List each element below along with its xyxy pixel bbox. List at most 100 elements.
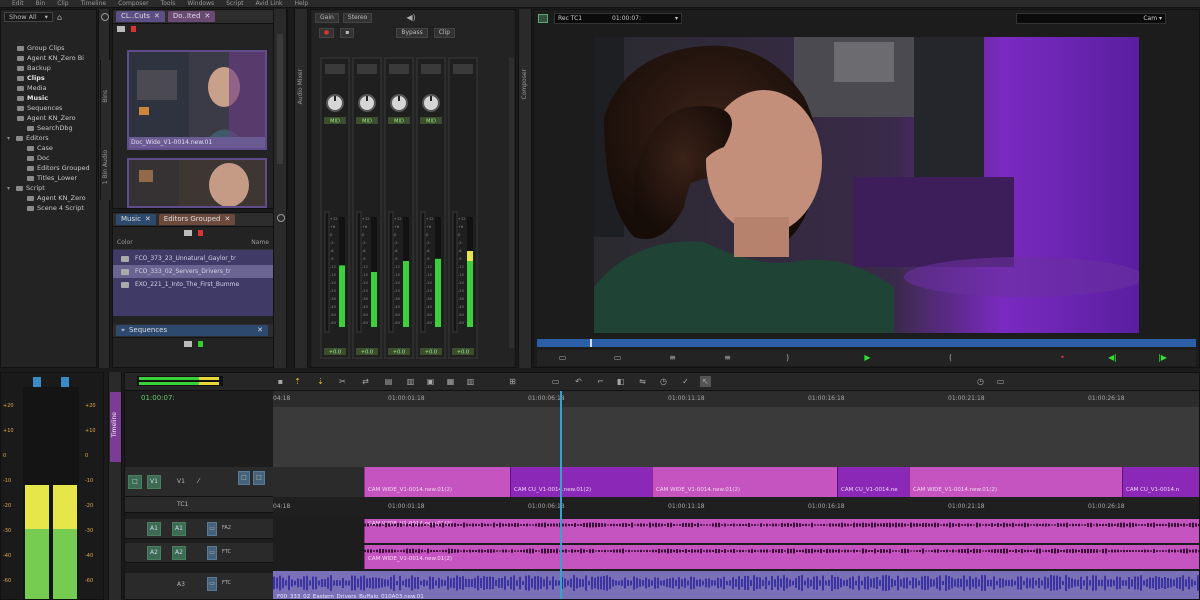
audio-icon[interactable]: ▥ bbox=[465, 376, 476, 387]
frame-icon[interactable]: ▭ bbox=[557, 352, 568, 363]
menu-item[interactable]: Script bbox=[226, 0, 243, 8]
audio-clip-a3[interactable]: F00_333_02_Eastern_Drivers_Buffalo_010A0… bbox=[273, 571, 1199, 599]
bin-menu-icon[interactable] bbox=[117, 26, 125, 32]
audio-track-a3-button[interactable]: ▭ bbox=[207, 577, 217, 591]
bin-list-row[interactable]: EXO_221_1_Into_The_First_Bumme bbox=[113, 278, 273, 291]
column-header-color[interactable]: Color bbox=[117, 239, 133, 249]
project-tree-item[interactable]: ▾ Script bbox=[1, 183, 96, 193]
menu-item[interactable]: Tools bbox=[161, 0, 176, 8]
clip-button[interactable]: Clip bbox=[433, 28, 456, 38]
extract-icon[interactable]: ⇣ bbox=[315, 376, 326, 387]
mixer-scrollbar[interactable] bbox=[509, 58, 514, 348]
composer-source-toggle[interactable] bbox=[538, 14, 548, 23]
menu-item[interactable]: Timeline bbox=[81, 0, 107, 8]
bin-frame-clip-2[interactable] bbox=[127, 158, 267, 208]
mixer-option-button[interactable]: ▪ bbox=[340, 28, 355, 38]
marker-icon[interactable]: • bbox=[1057, 352, 1068, 363]
tab-bin-cuts[interactable]: CL..Cuts ✕ bbox=[116, 11, 165, 22]
source-track-v1[interactable]: □ bbox=[128, 475, 142, 489]
strip-button[interactable] bbox=[357, 64, 377, 74]
project-tree-item[interactable]: Scene 4 Script bbox=[1, 203, 96, 213]
tab-bin-doc[interactable]: Do..Ited ✕ bbox=[167, 11, 216, 22]
mark-out-icon[interactable]: ) bbox=[782, 352, 793, 363]
mixer-gain-button[interactable]: Gain bbox=[315, 13, 339, 23]
menu-item[interactable]: Edit bbox=[12, 0, 24, 8]
audio-track-a1-button[interactable]: ▭ bbox=[207, 522, 217, 536]
monitor-track-v1-button[interactable]: □ bbox=[238, 471, 250, 485]
monitor-icon[interactable]: ▭ bbox=[612, 352, 623, 363]
edit-icon[interactable]: ⁄ bbox=[198, 477, 199, 485]
project-tree-item[interactable]: ▾ Editors bbox=[1, 133, 96, 143]
timer-icon[interactable]: ◷ bbox=[658, 376, 669, 387]
close-icon[interactable]: ✕ bbox=[204, 11, 210, 22]
menu-item[interactable]: Help bbox=[295, 0, 309, 8]
record-track-a1-source[interactable]: A1 bbox=[147, 522, 161, 536]
gear-icon[interactable] bbox=[101, 13, 109, 21]
position-indicator[interactable] bbox=[589, 339, 592, 347]
mark-clip-icon[interactable]: ≡ bbox=[722, 352, 733, 363]
clipboard-icon[interactable]: ▣ bbox=[425, 376, 436, 387]
fader-track[interactable] bbox=[452, 211, 458, 333]
project-tree-item[interactable]: Backup bbox=[1, 63, 96, 73]
crop-icon[interactable]: ⌐ bbox=[595, 376, 606, 387]
audio-track-a2-button[interactable]: ▭ bbox=[207, 546, 217, 560]
mark-icon[interactable]: ◧ bbox=[615, 376, 626, 387]
composer-position-bar[interactable] bbox=[537, 339, 1196, 347]
segment-icon[interactable]: ▤ bbox=[383, 376, 394, 387]
timeline-timecode[interactable]: 01:00:07: bbox=[141, 394, 175, 402]
record-track-a1[interactable]: A1 bbox=[172, 522, 186, 536]
trim-icon[interactable]: ⇄ bbox=[360, 376, 371, 387]
bypass-button[interactable]: Bypass bbox=[396, 28, 428, 38]
speaker-icon[interactable]: ◀) bbox=[406, 13, 415, 23]
playhead[interactable] bbox=[560, 391, 562, 599]
play-icon[interactable]: ▶ bbox=[862, 352, 873, 363]
pointer-icon[interactable]: ↖ bbox=[700, 376, 711, 387]
splice-icon[interactable]: ✂ bbox=[337, 376, 348, 387]
strip-button[interactable] bbox=[389, 64, 409, 74]
swap-icon[interactable]: ⇋ bbox=[637, 376, 648, 387]
project-tree-item[interactable]: SearchDbg bbox=[1, 123, 96, 133]
fader-track[interactable] bbox=[324, 211, 330, 333]
bin-list-row[interactable]: FCO_373_23_Unnatural_Gaylor_tr bbox=[113, 252, 273, 265]
close-icon[interactable]: ✕ bbox=[154, 11, 160, 22]
mixer-mode-dropdown[interactable]: Stereo bbox=[342, 13, 373, 23]
project-tree-item[interactable]: Sequences bbox=[1, 103, 96, 113]
project-tree-item[interactable]: Case bbox=[1, 143, 96, 153]
record-track-a2-source[interactable]: A2 bbox=[147, 546, 161, 560]
video-clip[interactable]: CAM CU_V1-0014.n bbox=[1122, 467, 1199, 497]
home-icon[interactable]: ⌂ bbox=[57, 13, 62, 22]
project-tree-item[interactable]: Music bbox=[1, 93, 96, 103]
chevron-down-icon[interactable]: ▾ bbox=[7, 185, 13, 192]
checkmark-icon[interactable]: ✓ bbox=[680, 376, 691, 387]
strip-button[interactable] bbox=[453, 64, 473, 74]
project-tree-item[interactable]: Titles_Lower bbox=[1, 173, 96, 183]
chevron-down-icon[interactable]: ▾ bbox=[7, 135, 13, 142]
tab-bin-sequences[interactable]: ⌖ Sequences ✕ bbox=[116, 325, 268, 336]
record-timecode-display[interactable]: Cam ▾ bbox=[1016, 13, 1166, 24]
tab-bin-music[interactable]: Music ✕ bbox=[116, 214, 156, 225]
project-tree-item[interactable]: Doc bbox=[1, 153, 96, 163]
video-clip[interactable]: CAM WIDE_V1-0014.new.01(2) bbox=[364, 467, 510, 497]
gear-icon[interactable] bbox=[277, 214, 285, 222]
strip-button[interactable] bbox=[325, 64, 345, 74]
close-icon[interactable]: ✕ bbox=[224, 214, 230, 225]
step-back-icon[interactable]: ◀| bbox=[1107, 352, 1118, 363]
project-tree-item[interactable]: Agent KN_Zero bbox=[1, 193, 96, 203]
video-clip[interactable]: CAM CU_V1-0014.ne bbox=[837, 467, 909, 497]
project-tree-item[interactable]: Media bbox=[1, 83, 96, 93]
menu-item[interactable]: Windows bbox=[187, 0, 214, 8]
menu-item[interactable]: Bin bbox=[36, 0, 46, 8]
fader-track[interactable] bbox=[420, 211, 426, 333]
record-button[interactable]: ● bbox=[319, 28, 335, 38]
tab-bin-editors-grouped[interactable]: Editors Grouped ✕ bbox=[158, 214, 236, 225]
project-filter-dropdown[interactable]: Show All ▾ bbox=[4, 12, 53, 22]
toggle-icon[interactable]: ▪ bbox=[275, 376, 286, 387]
bin-menu-icon[interactable] bbox=[183, 341, 192, 347]
composer-video-frame[interactable] bbox=[594, 37, 1139, 333]
bin-list-row[interactable]: FCO_333_02_Servers_Drivers_tr bbox=[113, 265, 273, 278]
grid-icon[interactable]: ▦ bbox=[445, 376, 456, 387]
step-forward-icon[interactable]: |▶ bbox=[1157, 352, 1168, 363]
fader-track[interactable] bbox=[356, 211, 362, 333]
close-icon[interactable]: ✕ bbox=[145, 214, 151, 225]
record-track-v1[interactable]: V1 bbox=[147, 475, 161, 489]
